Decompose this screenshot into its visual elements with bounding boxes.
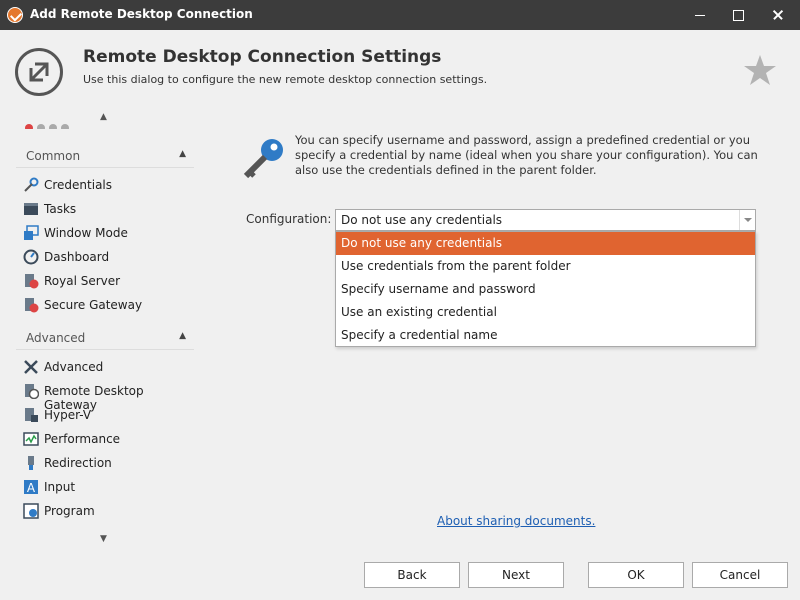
- sidebar-item-input[interactable]: A Input: [22, 476, 194, 498]
- royal-server-icon: [25, 274, 39, 289]
- close-button[interactable]: [758, 0, 798, 30]
- sidebar-item-credentials[interactable]: Credentials: [22, 174, 194, 196]
- sidebar-item-label: Program: [44, 504, 95, 518]
- page-title: Remote Desktop Connection Settings: [83, 47, 442, 67]
- next-button[interactable]: Next: [468, 562, 564, 588]
- sidebar-item-label: Window Mode: [44, 226, 128, 240]
- configuration-select-value: Do not use any credentials: [341, 213, 503, 227]
- sidebar-item-advanced[interactable]: Advanced: [22, 356, 194, 378]
- sidebar-item-label: Hyper-V: [44, 408, 92, 422]
- sidebar-item-label: Performance: [44, 432, 121, 446]
- secure-gateway-icon: [25, 298, 39, 313]
- sidebar-item-label: Royal Server: [44, 274, 121, 288]
- sidebar-item-hyper-v[interactable]: Hyper-V: [22, 404, 194, 426]
- sidebar-item-label: Credentials: [44, 178, 113, 192]
- performance-icon: [23, 432, 39, 446]
- option-label: Use an existing credential: [341, 305, 497, 319]
- configuration-select[interactable]: Do not use any credentials: [335, 209, 756, 231]
- sidebar-group-advanced[interactable]: Advanced ▲: [16, 328, 194, 350]
- sidebar-item-remote-desktop-gateway[interactable]: Remote Desktop Gateway: [22, 380, 194, 412]
- page-subtitle: Use this dialog to configure the new rem…: [83, 73, 488, 86]
- program-icon: [23, 503, 39, 519]
- info-text: You can specify username and password, a…: [295, 133, 758, 177]
- chevron-up-icon[interactable]: ▲: [179, 331, 186, 341]
- dropdown-option-existing-credential[interactable]: Use an existing credential: [336, 301, 755, 324]
- gateway-icon: [25, 384, 39, 399]
- sidebar-item-label: Advanced: [44, 360, 104, 374]
- dropdown-option-no-credentials[interactable]: Do not use any credentials: [336, 232, 755, 255]
- dialog-header: Remote Desktop Connection Settings Use t…: [0, 30, 800, 108]
- sidebar-item-royal-server[interactable]: Royal Server: [22, 270, 194, 292]
- content-panel: You can specify username and password, a…: [215, 112, 800, 550]
- tasks-icon: [24, 203, 38, 215]
- input-icon: A: [24, 480, 38, 495]
- window-title: Add Remote Desktop Connection: [30, 7, 253, 21]
- tools-icon: [24, 360, 38, 374]
- remote-desktop-logo-icon: [15, 48, 63, 96]
- sidebar-item-redirection[interactable]: Redirection: [22, 452, 194, 474]
- minimize-button[interactable]: [680, 0, 720, 30]
- sidebar-item-label: Tasks: [44, 202, 77, 216]
- hyperv-icon: [25, 408, 38, 422]
- sidebar-partial-item: [25, 121, 105, 129]
- sidebar-item-performance[interactable]: Performance: [22, 428, 194, 450]
- key-icon: [24, 177, 39, 192]
- chevron-down-icon[interactable]: [739, 210, 755, 230]
- sidebar-item-label: Secure Gateway: [44, 298, 143, 312]
- sidebar-group-common[interactable]: Common ▲: [16, 146, 194, 168]
- option-label: Specify a credential name: [341, 328, 498, 342]
- redirection-icon: [28, 456, 34, 470]
- configuration-dropdown: Do not use any credentials Use credentia…: [335, 231, 756, 347]
- dashboard-icon: [23, 249, 39, 265]
- credential-key-icon: [243, 139, 283, 179]
- maximize-button[interactable]: [718, 0, 758, 30]
- ok-button[interactable]: OK: [588, 562, 684, 588]
- title-bar[interactable]: Add Remote Desktop Connection: [0, 0, 800, 30]
- configuration-label: Configuration:: [246, 212, 332, 226]
- sidebar-item-program[interactable]: Program: [22, 500, 194, 522]
- about-sharing-link[interactable]: About sharing documents.: [437, 514, 595, 528]
- sidebar-item-window-mode[interactable]: Window Mode: [22, 222, 194, 244]
- sidebar-scroll-down-icon[interactable]: ▼: [100, 534, 107, 544]
- app-icon: [7, 7, 23, 23]
- sidebar-item-label: Dashboard: [44, 250, 110, 264]
- svg-text:A: A: [27, 481, 36, 495]
- option-label: Do not use any credentials: [341, 236, 503, 250]
- cancel-button[interactable]: Cancel: [692, 562, 788, 588]
- dialog-window: Add Remote Desktop Connection Remote Des…: [0, 0, 800, 600]
- sidebar-item-tasks[interactable]: Tasks: [22, 198, 194, 220]
- favorite-star-icon[interactable]: [742, 52, 778, 88]
- sidebar-item-dashboard[interactable]: Dashboard: [22, 246, 194, 268]
- option-label: Use credentials from the parent folder: [341, 259, 571, 273]
- sidebar-item-label: Input: [44, 480, 76, 494]
- sidebar: ▲ Common ▲ Credentials Tasks Window Mode…: [0, 112, 200, 550]
- window-mode-icon: [24, 225, 39, 240]
- dropdown-option-credential-name[interactable]: Specify a credential name: [336, 324, 755, 347]
- option-label: Specify username and password: [341, 282, 536, 296]
- dropdown-option-parent-folder[interactable]: Use credentials from the parent folder: [336, 255, 755, 278]
- sidebar-group-label: Advanced: [26, 331, 86, 345]
- dropdown-option-username-password[interactable]: Specify username and password: [336, 278, 755, 301]
- sidebar-item-label: Redirection: [44, 456, 112, 470]
- sidebar-item-secure-gateway[interactable]: Secure Gateway: [22, 294, 194, 316]
- chevron-up-icon[interactable]: ▲: [179, 149, 186, 159]
- back-button[interactable]: Back: [364, 562, 460, 588]
- sidebar-group-label: Common: [26, 149, 81, 163]
